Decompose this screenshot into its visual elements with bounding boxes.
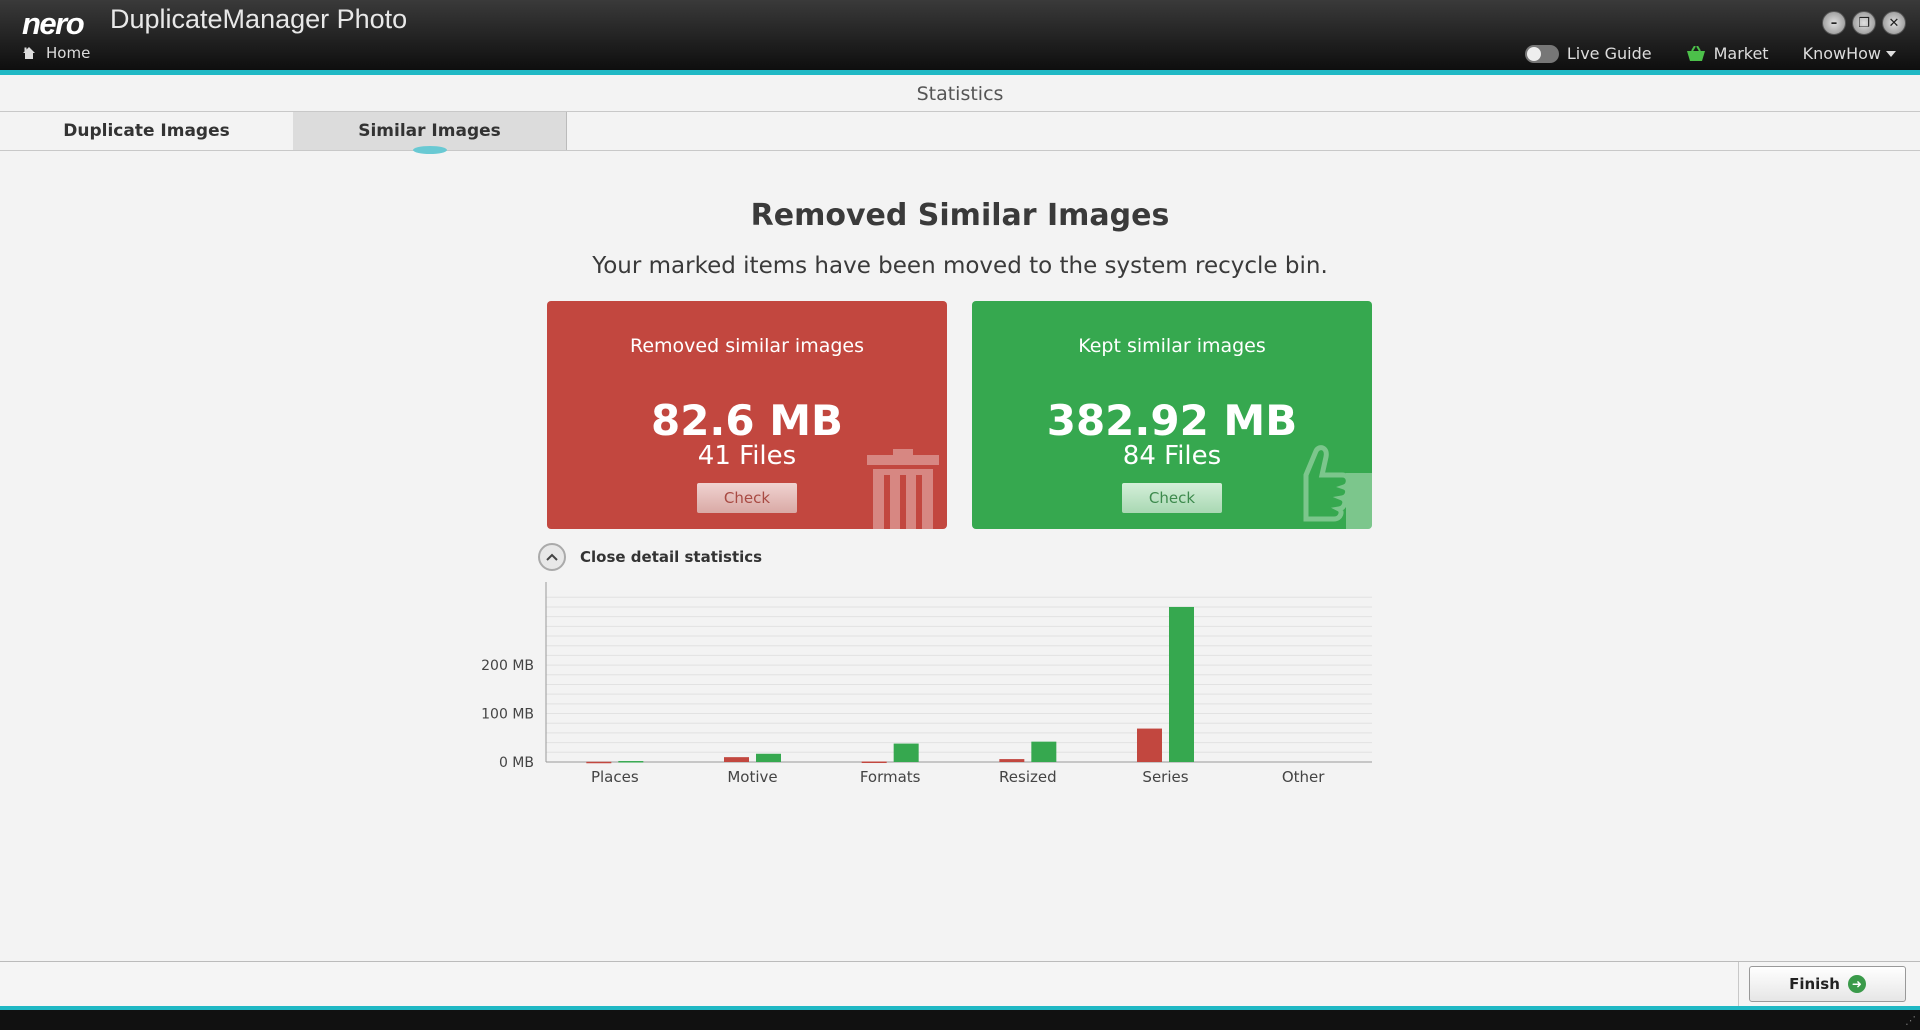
minimize-button[interactable]: – bbox=[1822, 11, 1846, 35]
chevron-up-icon bbox=[538, 543, 566, 571]
y-tick-label: 0 MB bbox=[499, 755, 534, 771]
bottom-accent-line bbox=[0, 1006, 1920, 1010]
basket-icon bbox=[1686, 45, 1705, 61]
detail-statistics-toggle[interactable]: Close detail statistics bbox=[538, 543, 762, 571]
arrow-right-icon: ➜ bbox=[1847, 975, 1866, 993]
x-tick-label: Formats bbox=[860, 768, 921, 786]
bar-series-series-2 bbox=[1169, 606, 1194, 762]
tab-similar-images[interactable]: Similar Images bbox=[293, 112, 567, 154]
x-tick-label: Resized bbox=[999, 768, 1057, 786]
home-link[interactable]: Home bbox=[22, 44, 90, 62]
kept-card: Kept similar images 382.92 MB 84 Files C… bbox=[972, 301, 1372, 529]
x-tick-label: Motive bbox=[727, 768, 777, 786]
x-tick-label: Series bbox=[1142, 768, 1188, 786]
footer-divider bbox=[1738, 962, 1739, 1007]
kept-size: 382.92 MB bbox=[1046, 396, 1298, 445]
chart-grid bbox=[546, 596, 1372, 763]
bar-formats-series-1 bbox=[861, 761, 887, 764]
chevron-down-icon bbox=[1886, 50, 1896, 57]
kept-check-button[interactable]: Check bbox=[1122, 483, 1222, 513]
chart-x-ticks: Places Motive Formats Resized Series Other bbox=[591, 768, 1325, 786]
bar-places-series-1 bbox=[586, 761, 612, 764]
market-label: Market bbox=[1713, 44, 1769, 63]
bar-formats-series-2 bbox=[893, 743, 919, 762]
removed-card: Removed similar images 82.6 MB 41 Files … bbox=[547, 301, 947, 529]
bar-resized-series-1 bbox=[999, 759, 1025, 762]
y-tick-label: 200 MB bbox=[481, 658, 534, 674]
bar-motive-series-1 bbox=[724, 757, 749, 762]
active-tab-indicator bbox=[413, 146, 447, 154]
resize-grip-icon[interactable]: ⋰ bbox=[1905, 1014, 1916, 1027]
bar-series-series-1 bbox=[1137, 728, 1162, 762]
window-controls: – ❐ ✕ bbox=[1822, 11, 1906, 35]
removed-size: 82.6 MB bbox=[650, 396, 844, 445]
home-icon bbox=[23, 47, 35, 59]
app-title: DuplicateManager Photo bbox=[110, 4, 408, 34]
finish-button[interactable]: Finish ➜ bbox=[1749, 966, 1906, 1002]
chart-bars bbox=[586, 606, 1194, 764]
restore-button[interactable]: ❐ bbox=[1852, 11, 1876, 35]
nero-logo: nero bbox=[22, 6, 85, 41]
knowhow-label: KnowHow bbox=[1802, 44, 1881, 63]
y-tick-label: 100 MB bbox=[481, 707, 534, 723]
title-bar: nero DuplicateManager Photo Home – ❐ ✕ L… bbox=[0, 0, 1920, 70]
tab-bar: Duplicate Images Similar Images bbox=[0, 112, 1920, 154]
toggle-switch-icon bbox=[1524, 44, 1559, 63]
x-tick-label: Other bbox=[1282, 768, 1325, 786]
chart-axes bbox=[545, 582, 1372, 763]
knowhow-menu[interactable]: KnowHow bbox=[1803, 44, 1896, 63]
close-button[interactable]: ✕ bbox=[1882, 11, 1906, 35]
trash-icon bbox=[867, 449, 939, 529]
live-guide-label: Live Guide bbox=[1566, 44, 1652, 63]
market-link[interactable]: Market bbox=[1686, 44, 1769, 63]
chart-y-ticks: 0 MB 100 MB 200 MB bbox=[481, 658, 534, 771]
bar-places-series-2 bbox=[618, 761, 644, 763]
tab-similar-images-label: Similar Images bbox=[358, 121, 501, 141]
home-label: Home bbox=[46, 44, 91, 62]
bar-resized-series-2 bbox=[1031, 741, 1057, 762]
tab-duplicate-images[interactable]: Duplicate Images bbox=[0, 112, 294, 150]
main-title: Removed Similar Images bbox=[750, 198, 1170, 233]
finish-label: Finish bbox=[1789, 975, 1840, 993]
detail-toggle-label: Close detail statistics bbox=[580, 548, 763, 566]
x-tick-label: Places bbox=[591, 768, 639, 786]
live-guide-toggle[interactable]: Live Guide bbox=[1524, 44, 1652, 63]
footer-bar: Finish ➜ bbox=[0, 961, 1920, 1007]
main-subtitle: Your marked items have been moved to the… bbox=[592, 253, 1328, 279]
similar-images-bar-chart: 0 MB 100 MB 200 MB Places Motive Formats Resi… bbox=[481, 582, 1372, 786]
kept-card-title: Kept similar images bbox=[1078, 335, 1266, 357]
thumbs-up-icon bbox=[1303, 445, 1372, 529]
page-title: Statistics bbox=[0, 75, 1920, 112]
removed-check-button[interactable]: Check bbox=[697, 483, 797, 513]
bar-motive-series-2 bbox=[756, 753, 781, 762]
removed-card-title: Removed similar images bbox=[629, 335, 865, 357]
